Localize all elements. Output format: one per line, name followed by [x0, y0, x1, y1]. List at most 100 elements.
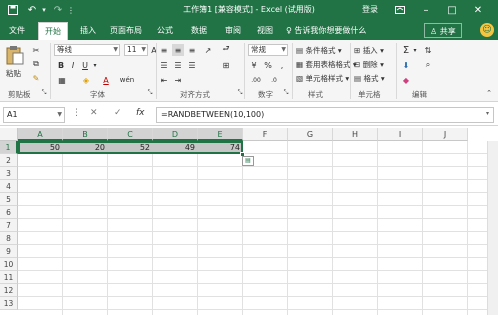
column-header-e[interactable]: E	[198, 128, 243, 141]
tab-data[interactable]: 数据	[186, 22, 212, 40]
cell-e1[interactable]: 74	[198, 142, 243, 154]
fill-icon[interactable]: ⬇	[400, 59, 412, 71]
row-header-11[interactable]: 11	[0, 271, 18, 284]
italic-icon[interactable]: I	[68, 59, 78, 71]
row-header-2[interactable]: 2	[0, 154, 18, 167]
align-center-icon[interactable]: ☰	[172, 59, 184, 71]
insert-function-icon[interactable]: fx	[136, 108, 145, 118]
number-format-combo[interactable]: 常规 ▼	[248, 44, 288, 56]
conditional-format-button[interactable]: ▤ 条件格式 ▾	[296, 45, 342, 56]
alignment-launcher-icon[interactable]: ⤡	[236, 88, 244, 98]
column-header-h[interactable]: H	[333, 128, 378, 141]
number-launcher-icon[interactable]: ⤡	[282, 88, 290, 98]
tab-page-layout[interactable]: 页面布局	[106, 22, 146, 40]
cell-styles-button[interactable]: ▧ 单元格样式 ▾	[296, 73, 349, 84]
wrap-text-icon[interactable]: ⮐	[220, 44, 232, 56]
row-header-3[interactable]: 3	[0, 167, 18, 180]
tab-formulas[interactable]: 公式	[152, 22, 178, 40]
cut-icon[interactable]: ✂	[30, 44, 42, 56]
clear-icon[interactable]: ◆	[400, 74, 412, 86]
orientation-icon[interactable]: ↗	[202, 44, 214, 56]
font-name-combo[interactable]: 等线 ▼	[54, 44, 120, 56]
font-launcher-icon[interactable]: ⤡	[146, 88, 154, 98]
clipboard-launcher-icon[interactable]: ⤡	[40, 88, 48, 98]
row-header-9[interactable]: 9	[0, 245, 18, 258]
borders-icon[interactable]: ▦	[56, 74, 68, 86]
chevron-down-icon[interactable]: ▾	[412, 44, 418, 56]
increase-decimal-icon[interactable]: .00	[248, 74, 264, 86]
cell-a1[interactable]: 50	[18, 142, 63, 154]
currency-icon[interactable]: ¥	[248, 59, 260, 71]
decrease-indent-icon[interactable]: ⇤	[158, 74, 170, 86]
column-header-g[interactable]: G	[288, 128, 333, 141]
tab-home[interactable]: 开始	[38, 22, 68, 40]
expand-formula-icon[interactable]: ▾	[486, 110, 489, 117]
enter-icon[interactable]: ✓	[114, 108, 122, 118]
autosum-icon[interactable]: Σ	[400, 44, 412, 56]
minimize-icon[interactable]: –	[418, 2, 434, 18]
tab-insert[interactable]: 插入	[74, 22, 102, 40]
row-header-8[interactable]: 8	[0, 232, 18, 245]
close-icon[interactable]: ✕	[470, 2, 486, 18]
align-right-icon[interactable]: ☰	[186, 59, 198, 71]
decrease-decimal-icon[interactable]: .0	[266, 74, 282, 86]
name-box[interactable]: A1 ▼	[3, 107, 65, 123]
column-header-j[interactable]: J	[423, 128, 468, 141]
copy-icon[interactable]: ⧉	[30, 58, 42, 70]
bold-icon[interactable]: B	[56, 59, 66, 71]
find-select-icon[interactable]: ⌕	[422, 59, 434, 71]
share-button[interactable]: ♙ 共享	[424, 23, 462, 38]
delete-cells-button[interactable]: ⊟ 删除 ▾	[354, 59, 384, 70]
column-header-b[interactable]: B	[63, 128, 108, 141]
align-top-icon[interactable]: ≡	[158, 44, 170, 56]
row-header-7[interactable]: 7	[0, 219, 18, 232]
tell-me-box[interactable]: ♀ 告诉我你想要做什么	[286, 22, 366, 40]
cell-c1[interactable]: 52	[108, 142, 153, 154]
row-header-4[interactable]: 4	[0, 180, 18, 193]
fill-color-icon[interactable]: ◈	[80, 74, 92, 86]
formula-input[interactable]: =RANDBETWEEN(10,100)	[156, 107, 494, 123]
underline-icon[interactable]: U	[80, 59, 90, 71]
tab-file[interactable]: 文件	[4, 22, 30, 40]
vertical-scrollbar[interactable]	[487, 141, 498, 315]
align-left-icon[interactable]: ☰	[158, 59, 170, 71]
font-size-combo[interactable]: 11 ▼	[124, 44, 148, 56]
column-header-i[interactable]: I	[378, 128, 423, 141]
worksheet-grid[interactable]: ABCDEFGHIJ 1 2 3 4 5 6 7 8 9 10 11 12 13 50 20 52 49 74 …	[0, 128, 498, 315]
tab-view[interactable]: 视图	[252, 22, 278, 40]
collapse-ribbon-icon[interactable]: ⌃	[484, 88, 494, 98]
cancel-icon[interactable]: ✕	[90, 108, 98, 118]
format-painter-icon[interactable]: ✎	[30, 72, 42, 84]
sort-filter-icon[interactable]: ⇅	[422, 44, 434, 56]
comma-style-icon[interactable]: ,	[276, 59, 288, 71]
paste-icon[interactable]	[4, 44, 26, 66]
format-as-table-button[interactable]: ▦ 套用表格格式 ▾	[296, 59, 357, 70]
column-header-a[interactable]: A	[18, 128, 63, 141]
cell-b1[interactable]: 20	[63, 142, 108, 154]
tab-review[interactable]: 审阅	[220, 22, 246, 40]
row-header-12[interactable]: 12	[0, 284, 18, 297]
row-header-10[interactable]: 10	[0, 258, 18, 271]
column-header-f[interactable]: F	[243, 128, 288, 141]
align-bottom-icon[interactable]: ≡	[186, 44, 198, 56]
insert-cells-button[interactable]: ⊞ 插入 ▾	[354, 45, 384, 56]
cell-d1[interactable]: 49	[153, 142, 198, 154]
percent-icon[interactable]: %	[262, 59, 274, 71]
align-middle-icon[interactable]: ≡	[172, 44, 184, 56]
column-header-c[interactable]: C	[108, 128, 153, 141]
merge-center-icon[interactable]: ⊞	[220, 59, 232, 71]
row-header-1[interactable]: 1	[0, 141, 18, 154]
login-link[interactable]: 登录	[362, 4, 378, 15]
maximize-icon[interactable]: □	[444, 2, 460, 18]
phonetic-icon[interactable]: wén	[120, 74, 134, 86]
row-header-6[interactable]: 6	[0, 206, 18, 219]
paste-label[interactable]: 粘贴	[6, 68, 21, 79]
increase-indent-icon[interactable]: ⇥	[172, 74, 184, 86]
column-header-d[interactable]: D	[153, 128, 198, 141]
chevron-down-icon[interactable]: ▾	[92, 59, 98, 71]
ribbon-display-icon[interactable]	[392, 2, 408, 18]
select-all-corner[interactable]	[0, 128, 18, 141]
row-header-5[interactable]: 5	[0, 193, 18, 206]
row-header-13[interactable]: 13	[0, 297, 18, 310]
smiley-icon[interactable]: ☺	[480, 23, 494, 37]
